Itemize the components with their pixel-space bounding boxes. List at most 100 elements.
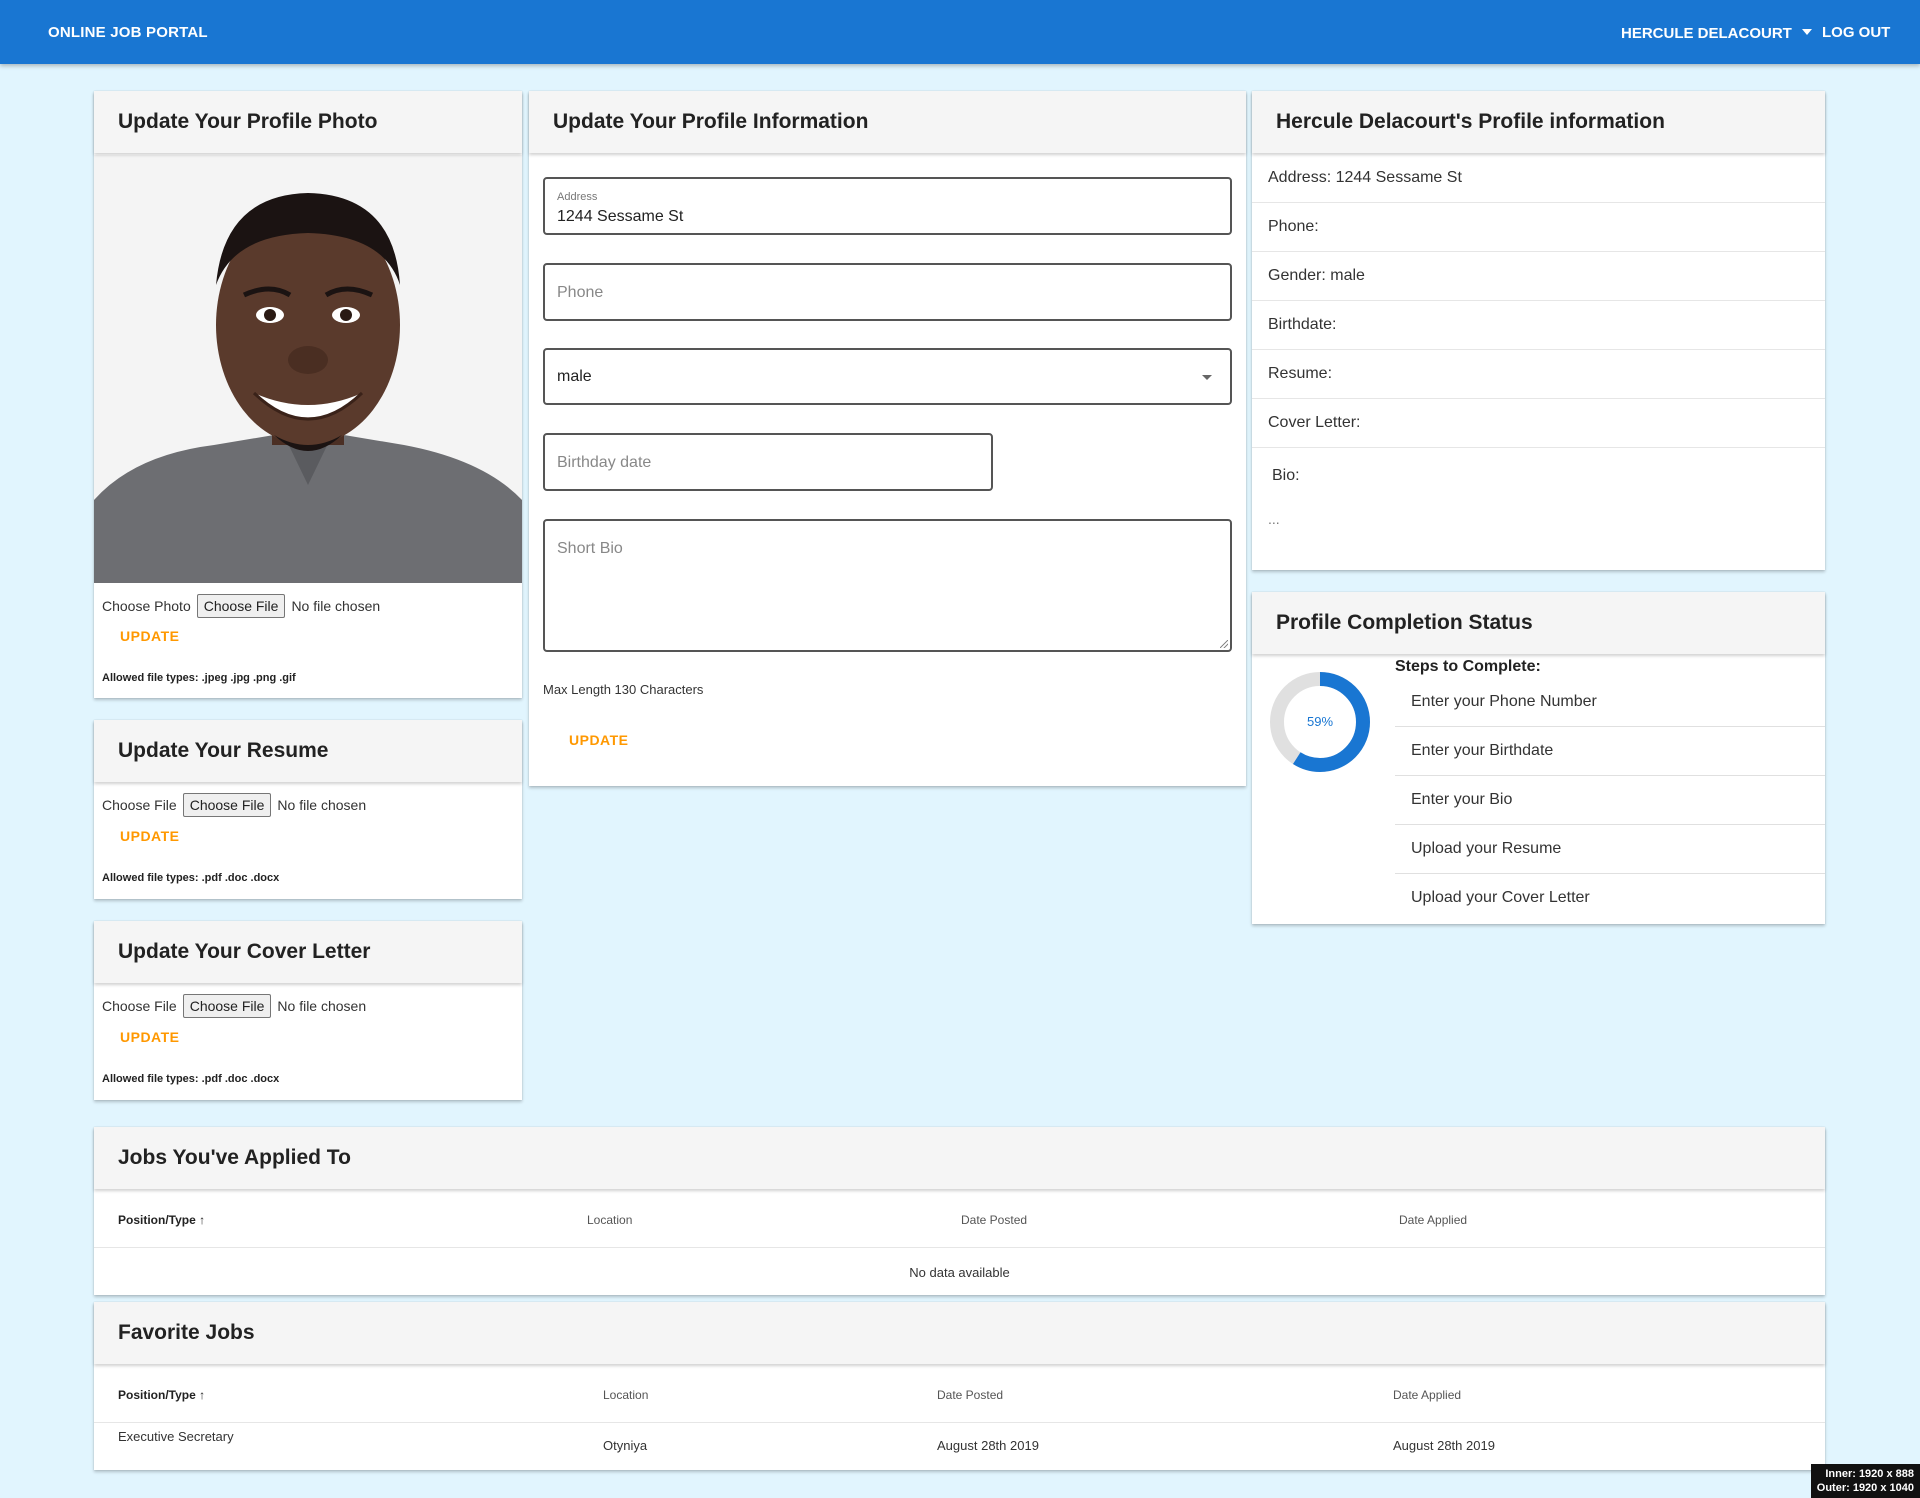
step-item: Upload your Resume: [1411, 840, 1562, 857]
progress-label: 59%: [1306, 714, 1334, 729]
divider: [1395, 824, 1825, 825]
viewport-size-badge: Inner: 1920 x 888 Outer: 1920 x 1040: [1810, 1464, 1920, 1498]
card-title: Jobs You've Applied To: [94, 1127, 1825, 1189]
user-name: HERCULE DELACOURT: [1621, 25, 1792, 42]
allowed-file-types: Allowed file types: .pdf .doc .docx: [102, 872, 280, 884]
card-title: Profile Completion Status: [1252, 592, 1825, 654]
divider: [1252, 300, 1825, 301]
photo-file-row: Choose Photo Choose File No file chosen: [102, 594, 380, 618]
logout-button[interactable]: LOG OUT: [1822, 24, 1890, 41]
update-profile-button[interactable]: UPDATE: [569, 732, 629, 748]
inner-size: Inner: 1920 x 888: [1825, 1468, 1914, 1480]
column-header-location[interactable]: Location: [587, 1213, 632, 1227]
gender-select[interactable]: male: [543, 348, 1232, 405]
profile-photo: [94, 155, 522, 583]
column-header-position[interactable]: Position/Type ↑: [118, 1388, 205, 1402]
resume-file-row: Choose File Choose File No file chosen: [102, 793, 366, 817]
card-title: Update Your Resume: [94, 720, 522, 782]
divider: [1395, 775, 1825, 776]
divider: [1252, 398, 1825, 399]
favorite-jobs-card: Favorite Jobs Position/Type ↑ Location D…: [94, 1302, 1825, 1470]
no-file-text: No file chosen: [277, 797, 367, 813]
choose-photo-button[interactable]: Choose File: [196, 594, 286, 618]
info-address: Address: 1244 Sessame St: [1268, 169, 1462, 186]
steps-title: Steps to Complete:: [1395, 658, 1541, 675]
step-item: Enter your Phone Number: [1411, 693, 1597, 710]
address-field[interactable]: Address 1244 Sessame St: [543, 177, 1232, 235]
no-data-text: No data available: [909, 1265, 1010, 1280]
update-photo-button[interactable]: UPDATE: [120, 628, 180, 644]
info-bio-value: ...: [1268, 511, 1280, 527]
divider: [1252, 251, 1825, 252]
sort-arrow-up-icon: ↑: [199, 1388, 206, 1402]
address-value: 1244 Sessame St: [557, 208, 684, 225]
cell-date-posted: August 28th 2019: [937, 1438, 1039, 1453]
info-birthdate: Birthdate:: [1268, 316, 1337, 333]
column-header-date-posted[interactable]: Date Posted: [937, 1388, 1003, 1402]
info-gender: Gender: male: [1268, 267, 1365, 284]
phone-field[interactable]: Phone: [543, 263, 1232, 321]
cover-letter-card: Update Your Cover Letter Choose File Cho…: [94, 921, 522, 1100]
info-resume: Resume:: [1268, 365, 1333, 382]
bio-placeholder: Short Bio: [557, 540, 623, 557]
step-item: Enter your Birthdate: [1411, 742, 1554, 759]
cell-position[interactable]: Executive Secretary: [118, 1429, 234, 1444]
resume-card: Update Your Resume Choose File Choose Fi…: [94, 720, 522, 899]
info-phone: Phone:: [1268, 218, 1319, 235]
bio-textarea[interactable]: Short Bio: [543, 519, 1232, 652]
no-file-text: No file chosen: [291, 598, 381, 614]
divider: [1252, 447, 1825, 448]
no-file-text: No file chosen: [277, 998, 367, 1014]
card-title: Update Your Profile Information: [529, 91, 1246, 153]
profile-photo-card: Update Your Profile Photo Choose Photo C…: [94, 91, 522, 698]
divider: [1395, 873, 1825, 874]
column-header-position[interactable]: Position/Type ↑: [118, 1213, 205, 1227]
choose-resume-button[interactable]: Choose File: [182, 793, 272, 817]
card-title: Favorite Jobs: [94, 1302, 1825, 1364]
divider: [1395, 726, 1825, 727]
birthday-field[interactable]: Birthday date: [543, 433, 993, 491]
step-item: Upload your Cover Letter: [1411, 889, 1590, 906]
profile-form-card: Update Your Profile Information Address …: [529, 91, 1246, 786]
update-cover-button[interactable]: UPDATE: [120, 1029, 180, 1045]
outer-size: Outer: 1920 x 1040: [1816, 1482, 1914, 1494]
choose-file-label: Choose File: [102, 797, 177, 813]
birthday-placeholder: Birthday date: [557, 454, 652, 471]
user-menu[interactable]: HERCULE DELACOURT: [1621, 25, 1812, 42]
dropdown-arrow-icon: [1202, 375, 1212, 380]
divider: [1252, 202, 1825, 203]
column-header-date-applied[interactable]: Date Applied: [1399, 1213, 1467, 1227]
app-bar: ONLINE JOB PORTAL HERCULE DELACOURT LOG …: [0, 0, 1920, 64]
card-title: Update Your Profile Photo: [94, 91, 522, 153]
choose-file-label: Choose File: [102, 998, 177, 1014]
cell-date-applied: August 28th 2019: [1393, 1438, 1495, 1453]
card-title: Hercule Delacourt's Profile information: [1252, 91, 1825, 153]
avatar-image: [94, 155, 522, 583]
column-header-date-posted[interactable]: Date Posted: [961, 1213, 1027, 1227]
step-item: Enter your Bio: [1411, 791, 1513, 808]
choose-cover-button[interactable]: Choose File: [182, 994, 272, 1018]
gender-value: male: [557, 368, 592, 385]
max-length-hint: Max Length 130 Characters: [543, 682, 704, 697]
info-bio-label: Bio:: [1272, 467, 1300, 484]
allowed-file-types: Allowed file types: .jpeg .jpg .png .gif: [102, 672, 296, 684]
applied-jobs-card: Jobs You've Applied To Position/Type ↑ L…: [94, 1127, 1825, 1295]
profile-info-card: Hercule Delacourt's Profile information …: [1252, 91, 1825, 570]
column-header-location[interactable]: Location: [603, 1388, 648, 1402]
divider: [94, 1422, 1825, 1423]
column-label: Position/Type: [118, 1388, 196, 1402]
info-cover-letter: Cover Letter:: [1268, 414, 1361, 431]
cover-file-row: Choose File Choose File No file chosen: [102, 994, 366, 1018]
divider: [94, 1247, 1825, 1248]
divider: [1252, 349, 1825, 350]
update-resume-button[interactable]: UPDATE: [120, 828, 180, 844]
completion-card: Profile Completion Status 59% Steps to C…: [1252, 592, 1825, 924]
resize-handle-icon[interactable]: [1220, 640, 1228, 648]
caret-down-icon: [1801, 28, 1812, 35]
brand-title[interactable]: ONLINE JOB PORTAL: [48, 24, 208, 41]
address-label: Address: [557, 191, 598, 203]
column-header-date-applied[interactable]: Date Applied: [1393, 1388, 1461, 1402]
column-label: Position/Type: [118, 1213, 196, 1227]
cell-location: Otyniya: [603, 1438, 648, 1453]
progress-circle: 59%: [1268, 670, 1372, 774]
